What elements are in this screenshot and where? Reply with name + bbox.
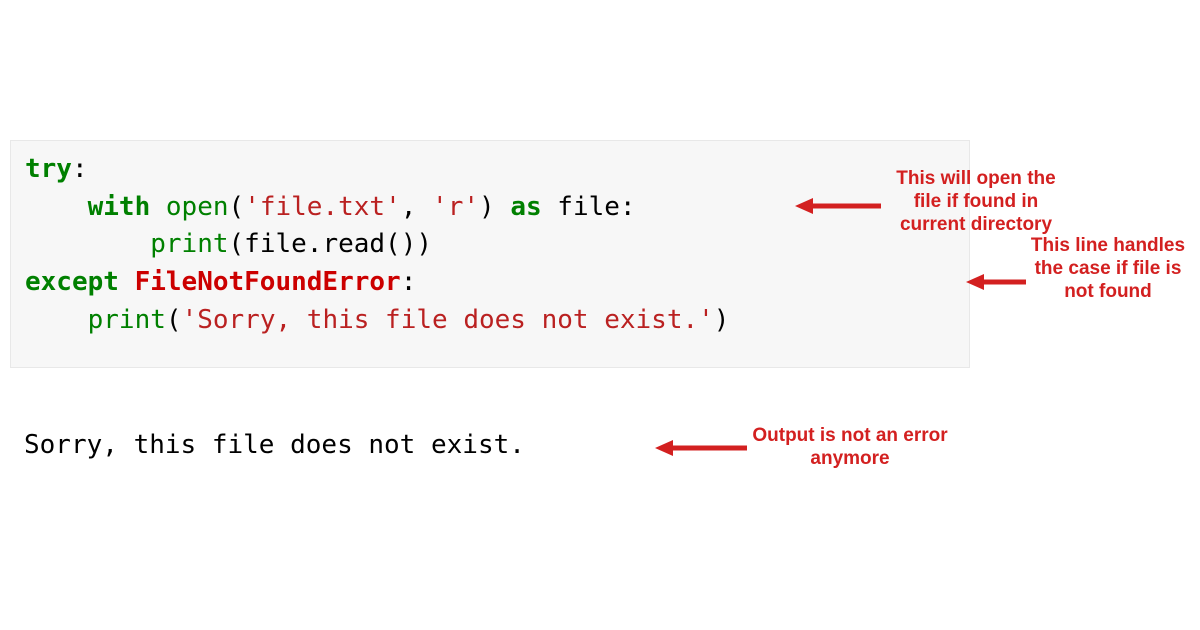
code-close-paren-2: ) (416, 229, 432, 259)
code-comma: , (401, 192, 432, 222)
code-error-class: FileNotFoundError (135, 267, 401, 297)
arrow-icon (966, 272, 1026, 292)
code-close-paren-1: ) (479, 192, 495, 222)
code-open-paren-2: ( (229, 229, 245, 259)
code-kw-try: try (25, 154, 72, 184)
code-fn-open: open (166, 192, 229, 222)
code-id-file: file (557, 192, 620, 222)
code-fn-print-1: print (150, 229, 228, 259)
arrow-icon (655, 438, 747, 458)
code-file-read: file.read() (244, 229, 416, 259)
code-kw-with: with (88, 192, 151, 222)
code-str-file: 'file.txt' (244, 192, 401, 222)
code-str-mode: 'r' (432, 192, 479, 222)
code-colon-3: : (401, 267, 417, 297)
code-kw-except: except (25, 267, 119, 297)
annotation-open-file: This will open the file if found in curr… (886, 168, 1066, 236)
code-open-paren-3: ( (166, 305, 182, 335)
code-fn-print-2: print (88, 305, 166, 335)
code-colon-2: : (620, 192, 636, 222)
code-colon-1: : (72, 154, 88, 184)
arrow-icon (795, 196, 881, 216)
code-close-paren-3: ) (714, 305, 730, 335)
annotation-output: Output is not an error anymore (750, 425, 950, 471)
output-text: Sorry, this file does not exist. (24, 430, 525, 460)
code-block: try: with open('file.txt', 'r') as file:… (10, 140, 970, 368)
code-kw-as: as (510, 192, 541, 222)
code-str-errmsg: 'Sorry, this file does not exist.' (182, 305, 714, 335)
annotation-except-handler: This line handles the case if file is no… (1028, 235, 1188, 303)
code-open-paren-1: ( (229, 192, 245, 222)
